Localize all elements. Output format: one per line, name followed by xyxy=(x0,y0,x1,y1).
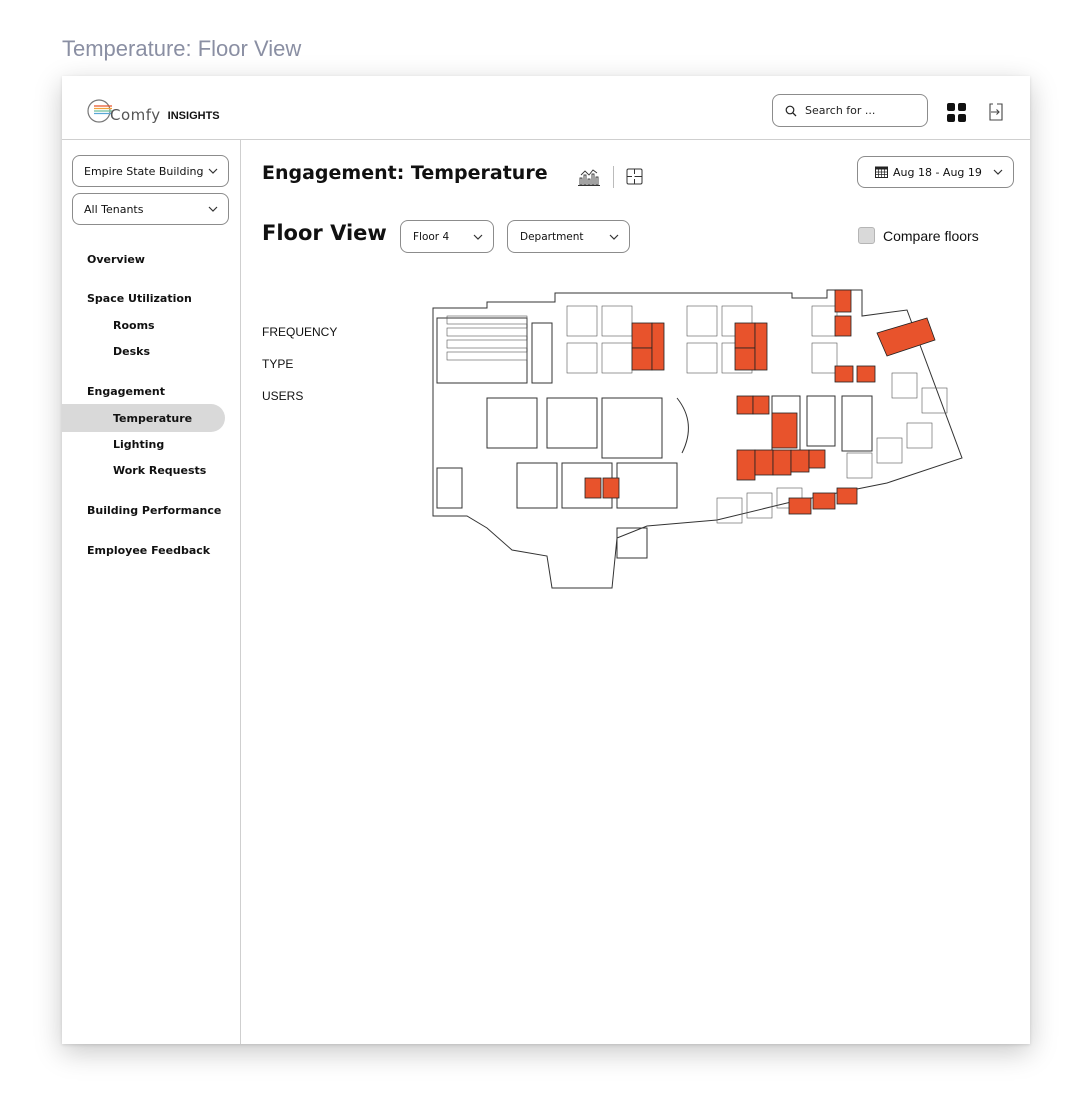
logo[interactable]: Comfy INSIGHTS xyxy=(86,90,220,124)
logo-text: Comfy xyxy=(110,106,161,124)
chevron-down-icon xyxy=(993,169,1003,175)
department-select[interactable]: Department xyxy=(507,220,630,253)
highlight-room xyxy=(651,322,665,371)
highlight-room xyxy=(856,365,876,383)
compare-floors-toggle[interactable]: Compare floors xyxy=(858,227,979,244)
core-block xyxy=(616,462,678,509)
highlight-room xyxy=(772,449,792,476)
tenant-select-value: All Tenants xyxy=(84,202,144,216)
highlight-room xyxy=(834,289,852,313)
nav-desks[interactable]: Desks xyxy=(113,345,150,358)
compare-checkbox[interactable] xyxy=(858,227,875,244)
calendar-icon xyxy=(875,166,888,178)
floor-select[interactable]: Floor 4 xyxy=(400,220,494,253)
highlight-room xyxy=(876,317,936,357)
sidebar: Empire State Building All Tenants Overvi… xyxy=(62,139,241,1044)
building-select-value: Empire State Building xyxy=(84,164,204,178)
highlight-room xyxy=(754,449,774,476)
nav-lighting[interactable]: Lighting xyxy=(113,438,164,451)
nav-engagement[interactable]: Engagement xyxy=(87,385,165,398)
room-block xyxy=(436,467,463,509)
compare-label: Compare floors xyxy=(883,227,979,244)
nav-temperature[interactable]: Temperature xyxy=(113,412,192,425)
nav-space-utilization[interactable]: Space Utilization xyxy=(87,292,192,305)
highlight-room xyxy=(752,395,770,415)
logo-mark-icon xyxy=(87,99,112,123)
highlight-room xyxy=(602,477,620,499)
room-block xyxy=(531,322,553,384)
page-caption: Temperature: Floor View xyxy=(62,36,302,61)
floor-plan-map[interactable] xyxy=(427,288,967,593)
chevron-down-icon xyxy=(208,206,218,212)
highlight-room xyxy=(734,347,756,371)
department-select-value: Department xyxy=(520,230,584,243)
date-range-value: Aug 18 - Aug 19 xyxy=(893,165,982,179)
highlight-room xyxy=(771,412,798,449)
room-block xyxy=(676,397,689,454)
product-name: INSIGHTS xyxy=(167,110,220,122)
highlight-room xyxy=(631,347,653,371)
nav-rooms[interactable]: Rooms xyxy=(113,319,155,332)
nav-employee-feedback[interactable]: Employee Feedback xyxy=(87,544,210,557)
app-window: Comfy INSIGHTS Empire State Building All… xyxy=(62,76,1030,1044)
nav-overview[interactable]: Overview xyxy=(87,253,145,266)
filter-users[interactable]: USERS xyxy=(262,389,303,403)
tenant-select[interactable]: All Tenants xyxy=(72,193,229,225)
core-block xyxy=(486,397,538,449)
chevron-down-icon xyxy=(609,234,619,240)
core-block xyxy=(516,462,558,509)
highlight-room xyxy=(834,315,852,337)
icon-divider xyxy=(613,166,614,188)
core-block xyxy=(841,395,873,452)
highlight-room xyxy=(736,449,756,481)
highlight-room xyxy=(734,322,756,349)
highlight-room xyxy=(736,395,754,415)
highlight-room xyxy=(754,322,768,371)
core-block xyxy=(601,397,663,459)
search-input[interactable] xyxy=(803,103,917,118)
highlight-room xyxy=(790,449,810,473)
chart-icon[interactable] xyxy=(578,168,600,186)
floor-select-value: Floor 4 xyxy=(413,230,450,243)
nav-work-requests[interactable]: Work Requests xyxy=(113,464,206,477)
search-box[interactable] xyxy=(772,94,928,127)
exit-icon[interactable] xyxy=(988,102,1004,122)
floorplan-icon[interactable] xyxy=(626,168,643,185)
highlight-room xyxy=(788,497,812,515)
highlight-room xyxy=(808,449,826,469)
apps-grid-icon[interactable] xyxy=(947,103,966,122)
top-bar: Comfy INSIGHTS xyxy=(62,76,1030,140)
core-block xyxy=(546,397,598,449)
chevron-down-icon xyxy=(473,234,483,240)
chevron-down-icon xyxy=(208,168,218,174)
highlight-room xyxy=(631,322,653,349)
highlight-room xyxy=(834,365,854,383)
filter-type[interactable]: TYPE xyxy=(262,357,293,371)
highlight-room xyxy=(584,477,602,499)
section-title: Floor View xyxy=(262,221,387,245)
highlight-room xyxy=(836,487,858,505)
temperature-highlights xyxy=(584,289,936,515)
highlight-room xyxy=(812,492,836,510)
page-title: Engagement: Temperature xyxy=(262,162,548,184)
nav-building-performance[interactable]: Building Performance xyxy=(87,504,221,517)
filter-frequency[interactable]: FREQUENCY xyxy=(262,325,337,339)
core-block xyxy=(806,395,836,447)
search-icon xyxy=(785,105,797,116)
building-select[interactable]: Empire State Building xyxy=(72,155,229,187)
date-range-select[interactable]: Aug 18 - Aug 19 xyxy=(857,156,1014,188)
